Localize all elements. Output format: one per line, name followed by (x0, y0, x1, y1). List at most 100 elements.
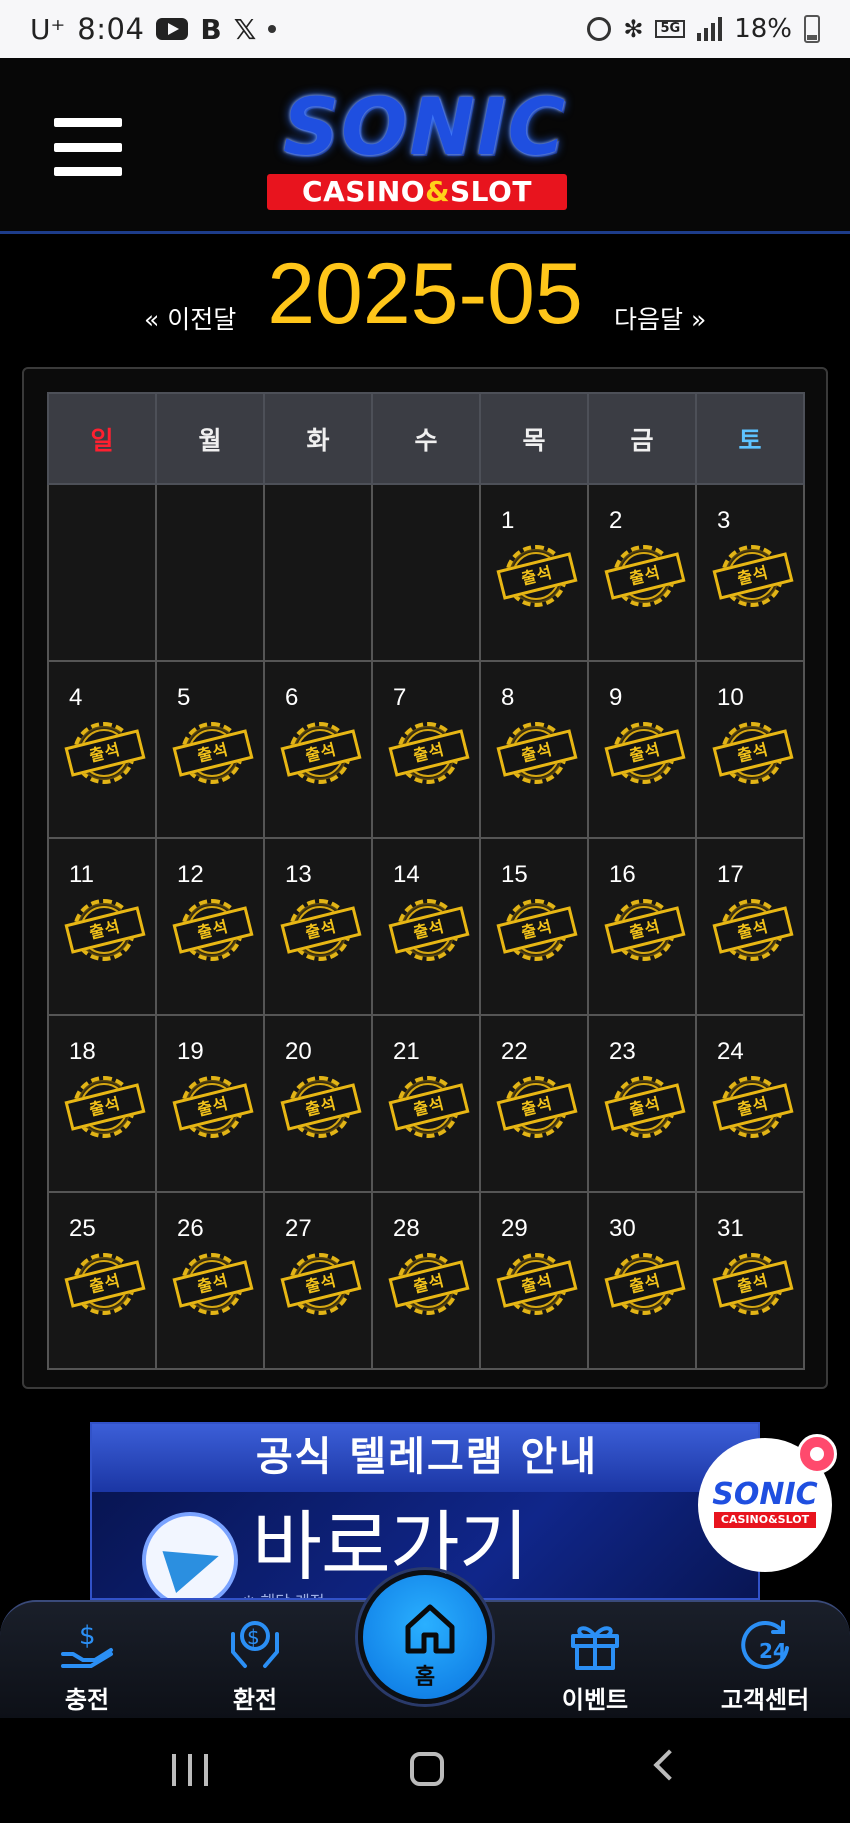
attendance-stamp-icon: 출석 (388, 1247, 470, 1323)
calendar-day-cell[interactable]: 30 출석 (587, 1191, 697, 1370)
telegram-icon (142, 1512, 238, 1598)
signal-icon (697, 17, 723, 41)
banner-cta: 바로가기 CLICK (252, 1505, 529, 1599)
attendance-stamp-icon: 출석 (280, 893, 362, 969)
day-number: 5 (177, 684, 191, 711)
system-back-icon[interactable] (653, 1749, 685, 1781)
calendar-day-cell[interactable]: 24 출석 (695, 1014, 805, 1193)
day-number: 11 (69, 861, 94, 888)
calendar-day-cell[interactable]: 4 출석 (47, 660, 157, 839)
day-number: 30 (609, 1215, 636, 1242)
system-home-icon[interactable] (410, 1752, 444, 1786)
svg-text:$: $ (79, 1621, 96, 1651)
attendance-stamp-icon: 출석 (64, 716, 146, 792)
calendar-day-cell[interactable]: 21 출석 (371, 1014, 481, 1193)
attendance-stamp-icon: 출석 (496, 1070, 578, 1146)
attendance-stamp-icon: 출석 (604, 1247, 686, 1323)
attendance-stamp-icon: 출석 (712, 1247, 794, 1323)
calendar-day-cell[interactable]: 15 출석 (479, 837, 589, 1016)
svg-text:24: 24 (759, 1639, 787, 1663)
menu-icon[interactable] (54, 118, 122, 176)
calendar-day-cell[interactable]: 12 출석 (155, 837, 265, 1016)
x-app-icon: 𝕏 (233, 12, 257, 46)
day-number: 24 (717, 1038, 744, 1065)
site-header: SONIC CASINO&SLOT (0, 58, 850, 234)
nav-deposit[interactable]: $ 충전 (12, 1602, 162, 1720)
attendance-stamp-icon: 출석 (712, 716, 794, 792)
deposit-icon: $ (61, 1621, 113, 1668)
weekday-thu: 목 (479, 392, 589, 485)
calendar-day-cell[interactable]: 25 출석 (47, 1191, 157, 1370)
calendar-day-cell[interactable]: 27 출석 (263, 1191, 373, 1370)
calendar-day-cell[interactable]: 6 출석 (263, 660, 373, 839)
support-24-icon: 24 (741, 1620, 789, 1669)
calendar-day-cell[interactable]: 7 출석 (371, 660, 481, 839)
nav-home-label: 홈 (414, 1665, 436, 1690)
attendance-stamp-icon: 출석 (172, 1070, 254, 1146)
nav-deposit-label: 충전 (64, 1686, 110, 1714)
day-number: 19 (177, 1038, 204, 1065)
attendance-stamp-icon: 출석 (712, 539, 794, 615)
day-number: 4 (69, 684, 83, 711)
attendance-stamp-icon: 출석 (604, 539, 686, 615)
day-number: 21 (393, 1038, 420, 1065)
calendar-day-cell[interactable]: 20 출석 (263, 1014, 373, 1193)
calendar-day-cell[interactable]: 3 출석 (695, 483, 805, 662)
calendar-day-cell[interactable]: 10 출석 (695, 660, 805, 839)
dot-icon (268, 25, 277, 33)
day-number: 17 (717, 861, 744, 888)
status-time: 8:04 (77, 12, 145, 46)
site-logo[interactable]: SONIC CASINO&SLOT (245, 88, 605, 210)
calendar-day-cell[interactable]: 16 출석 (587, 837, 697, 1016)
calendar-day-cell[interactable]: 19 출석 (155, 1014, 265, 1193)
calendar-day-cell[interactable]: 9 출석 (587, 660, 697, 839)
calendar-day-cell[interactable]: 2 출석 (587, 483, 697, 662)
home-icon (405, 1604, 455, 1654)
calendar-day-cell[interactable]: 18 출석 (47, 1014, 157, 1193)
calendar-day-cell[interactable]: 14 출석 (371, 837, 481, 1016)
nav-withdraw[interactable]: $ 환전 (180, 1602, 330, 1720)
calendar-day-cell[interactable]: 28 출석 (371, 1191, 481, 1370)
attendance-stamp-icon: 출석 (172, 1247, 254, 1323)
attendance-calendar: 일 월 화 수 목 금 토 1 출석 2 출석 3 출석 4 출석 5 출석 6 출석 7 출석 8 출석 9 출… (22, 367, 828, 1389)
calendar-empty-cell (47, 483, 157, 662)
day-number: 13 (285, 861, 312, 888)
calendar-day-cell[interactable]: 13 출석 (263, 837, 373, 1016)
nav-event-label: 이벤트 (561, 1686, 629, 1714)
day-number: 8 (501, 684, 515, 711)
calendar-day-cell[interactable]: 23 출석 (587, 1014, 697, 1193)
calendar-day-cell[interactable]: 8 출석 (479, 660, 589, 839)
nav-withdraw-label: 환전 (232, 1686, 278, 1714)
calendar-day-cell[interactable]: 11 출석 (47, 837, 157, 1016)
attendance-stamp-icon: 출석 (64, 1247, 146, 1323)
calendar-week-row: 18 출석 19 출석 20 출석 21 출석 22 출석 23 출석 24 출석 (47, 1014, 805, 1193)
nav-event[interactable]: 이벤트 (520, 1602, 670, 1720)
calendar-day-cell[interactable]: 29 출석 (479, 1191, 589, 1370)
bluetooth-icon: ✻ (623, 15, 644, 43)
banner-note: ※ 해당 계정 (242, 1588, 324, 1598)
calendar-day-cell[interactable]: 22 출석 (479, 1014, 589, 1193)
next-month-link[interactable]: 다음달 » (614, 300, 706, 336)
day-number: 2 (609, 507, 623, 534)
day-number: 14 (393, 861, 420, 888)
day-number: 12 (177, 861, 204, 888)
floating-logo-wordmark: SONIC (712, 1477, 818, 1512)
withdraw-icon: $ (231, 1621, 279, 1668)
attendance-stamp-icon: 출석 (496, 893, 578, 969)
recent-apps-icon[interactable] (172, 1754, 208, 1786)
day-number: 26 (177, 1215, 204, 1242)
calendar-empty-cell (371, 483, 481, 662)
attendance-stamp-icon: 출석 (388, 716, 470, 792)
weekday-tue: 화 (263, 392, 373, 485)
attendance-stamp-icon: 출석 (496, 539, 578, 615)
calendar-day-cell[interactable]: 31 출석 (695, 1191, 805, 1370)
nav-support[interactable]: 24 고객센터 (690, 1602, 840, 1720)
floating-close-icon[interactable] (797, 1434, 837, 1474)
calendar-day-cell[interactable]: 17 출석 (695, 837, 805, 1016)
month-title: 2025-05 (267, 246, 583, 342)
calendar-day-cell[interactable]: 5 출석 (155, 660, 265, 839)
nav-home-button[interactable]: 홈 (358, 1570, 492, 1704)
day-number: 1 (501, 507, 515, 534)
calendar-day-cell[interactable]: 1 출석 (479, 483, 589, 662)
calendar-day-cell[interactable]: 26 출석 (155, 1191, 265, 1370)
